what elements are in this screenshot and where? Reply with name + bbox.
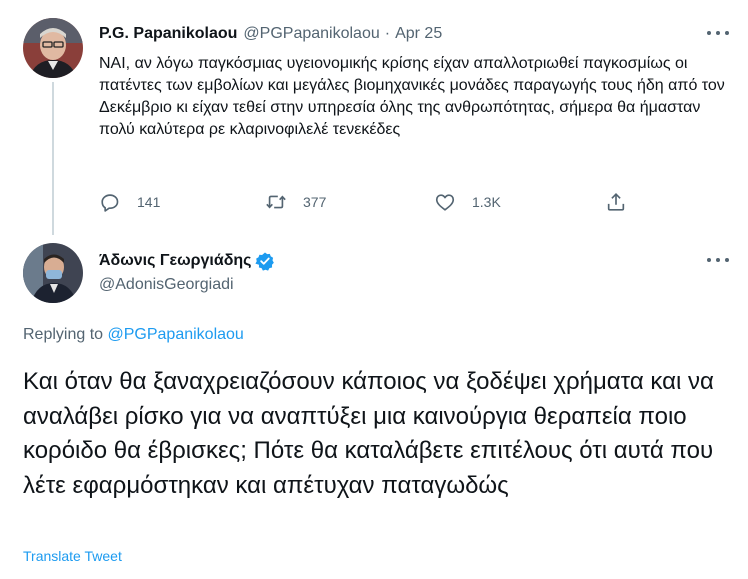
parent-tweet-header: P.G. Papanikolaou @PGPapanikolaou · Apr … [99, 24, 442, 44]
more-icon[interactable] [707, 29, 729, 37]
parent-tweet-text: ΝΑΙ, αν λόγω παγκόσμιας υγειονομικής κρί… [99, 55, 725, 138]
tweet-date[interactable]: Apr 25 [395, 25, 442, 43]
avatar[interactable] [23, 18, 83, 78]
reply-icon [101, 194, 119, 212]
author-name[interactable]: P.G. Papanikolaou [99, 25, 237, 43]
like-icon [435, 194, 455, 211]
author-handle[interactable]: @PGPapanikolaou [243, 25, 379, 43]
separator: · [384, 25, 391, 42]
verified-badge-icon [255, 252, 275, 271]
thread-line [52, 82, 54, 235]
reply-count: 141 [137, 194, 161, 210]
replying-to: Replying to @PGPapanikolaou [23, 326, 244, 344]
tweet-actions: 141 377 1.3K [99, 190, 659, 214]
main-tweet-text: Και όταν θα ξαναχρειαζόσουν κάποιος να ξ… [23, 368, 714, 499]
author-name[interactable]: Άδωνις Γεωργιάδης [99, 252, 251, 270]
retweet-button[interactable]: 377 [265, 190, 326, 214]
retweet-icon [266, 195, 286, 209]
share-icon [607, 193, 625, 211]
author-handle[interactable]: @AdonisGeorgiadi [99, 276, 234, 294]
translate-tweet-link[interactable]: Translate Tweet [23, 548, 122, 564]
replying-prefix: Replying to [23, 326, 104, 343]
share-button[interactable] [605, 190, 627, 214]
like-count: 1.3K [472, 194, 501, 210]
replying-to-link[interactable]: @PGPapanikolaou [108, 326, 244, 343]
reply-button[interactable]: 141 [99, 190, 160, 214]
tweet-thread: P.G. Papanikolaou @PGPapanikolaou · Apr … [0, 0, 748, 579]
main-tweet-author[interactable]: Άδωνις Γεωργιάδης [99, 250, 275, 272]
retweet-count: 377 [303, 194, 327, 210]
avatar[interactable] [23, 243, 83, 303]
parent-tweet[interactable]: P.G. Papanikolaou @PGPapanikolaou · Apr … [0, 0, 748, 235]
like-button[interactable]: 1.3K [434, 190, 501, 214]
more-icon[interactable] [707, 256, 729, 264]
